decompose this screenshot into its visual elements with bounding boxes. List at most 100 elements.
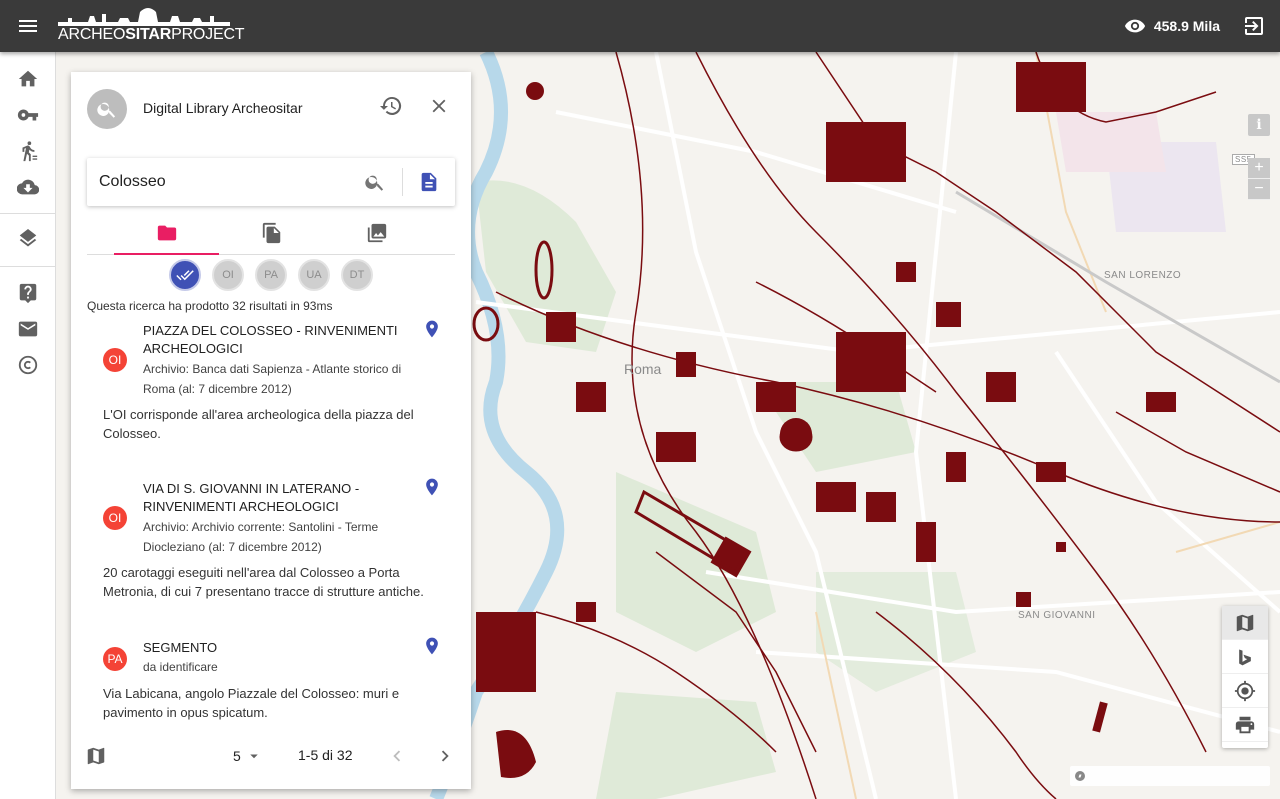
app-logo[interactable]: ARCHEOSITARPROJECT <box>58 4 245 44</box>
left-rail <box>0 52 56 799</box>
result-title[interactable]: VIA DI S. GIOVANNI IN LATERANO - RINVENI… <box>143 480 413 516</box>
app-header: ARCHEOSITARPROJECT 458.9 Mila <box>0 0 1280 52</box>
locate-button[interactable] <box>1222 674 1268 708</box>
zoom-out-button[interactable]: − <box>1248 179 1270 200</box>
bing-icon <box>1239 649 1251 665</box>
zoom-in-button[interactable]: + <box>1248 158 1270 179</box>
rail-walk-button[interactable] <box>0 133 56 169</box>
results-list: OI PIAZZA DEL COLOSSEO - RINVENIMENTI AR… <box>71 317 471 735</box>
location-pin-icon[interactable] <box>422 317 442 341</box>
rail-key-button[interactable] <box>0 97 56 133</box>
result-description: L'OI corrisponde all'area archeologica d… <box>103 407 414 441</box>
map-tools <box>1222 606 1268 748</box>
advanced-search-button[interactable] <box>417 170 441 194</box>
eye-icon <box>1124 19 1145 33</box>
result-subtitle: Archivio: Banca dati Sapienza - Atlante … <box>143 362 402 396</box>
map-icon <box>1236 614 1254 631</box>
search-submit-button[interactable] <box>363 170 387 194</box>
chevron-right-icon <box>441 750 449 762</box>
result-item[interactable]: PA SEGMENTO da identificare Via Labicana… <box>71 633 471 735</box>
rail-download-button[interactable] <box>0 169 56 205</box>
history-button[interactable] <box>377 92 405 120</box>
search-icon <box>97 102 116 118</box>
tab-documents[interactable] <box>219 212 324 254</box>
home-icon <box>18 70 38 87</box>
search-icon <box>365 175 384 191</box>
rail-copyright-button[interactable] <box>0 347 56 383</box>
mail-icon <box>18 321 38 337</box>
result-type-badge: OI <box>103 506 127 530</box>
rail-layers-button[interactable] <box>0 222 56 258</box>
result-item[interactable]: OI VIA DI S. GIOVANNI IN LATERANO - RINV… <box>71 475 471 625</box>
type-filters: OI PA UA DT <box>169 259 373 291</box>
result-item[interactable]: OI PIAZZA DEL COLOSSEO - RINVENIMENTI AR… <box>71 317 471 467</box>
zoom-control: + − <box>1248 158 1270 200</box>
close-panel-button[interactable] <box>425 92 453 120</box>
basemap-button[interactable] <box>1222 606 1268 640</box>
result-title[interactable]: SEGMENTO <box>143 639 413 657</box>
map-city-label: Roma <box>624 361 662 377</box>
map-district-label: SAN GIOVANNI <box>1018 610 1096 621</box>
result-type-badge: OI <box>103 348 127 372</box>
page-size-select[interactable]: 5 <box>233 747 263 765</box>
panel-title: Digital Library Archeositar <box>143 100 303 116</box>
map-icon <box>87 747 105 765</box>
panel-avatar <box>87 89 127 129</box>
result-description: 20 carotaggi eseguiti nell'area dal Colo… <box>103 565 424 599</box>
result-subtitle: Archivio: Archivio corrente: Santolini -… <box>143 520 379 554</box>
search-panel: Digital Library Archeositar O <box>71 72 471 789</box>
show-on-map-button[interactable] <box>85 745 107 772</box>
result-tabs <box>87 212 455 255</box>
map-attribution[interactable] <box>1070 766 1270 786</box>
logout-button[interactable] <box>1238 10 1270 42</box>
filter-pa-chip[interactable]: PA <box>255 259 287 291</box>
search-box <box>87 158 455 206</box>
layers-icon <box>19 229 37 247</box>
bing-button[interactable] <box>1222 640 1268 674</box>
tab-folders[interactable] <box>114 212 219 255</box>
pagination: 5 1-5 di 32 <box>71 740 471 772</box>
search-input[interactable] <box>99 170 349 194</box>
result-title[interactable]: PIAZZA DEL COLOSSEO - RINVENIMENTI ARCHE… <box>143 322 413 358</box>
copyright-icon <box>18 355 38 375</box>
filter-oi-chip[interactable]: OI <box>212 259 244 291</box>
menu-icon <box>19 20 37 32</box>
map-info-button[interactable]: i <box>1248 114 1270 136</box>
filter-all-chip[interactable] <box>169 259 201 291</box>
logo-wordmark: ARCHEOSITARPROJECT <box>58 26 245 43</box>
arrow-drop-down-icon <box>250 754 258 759</box>
help-icon <box>19 283 37 304</box>
panel-header: Digital Library Archeositar <box>71 72 471 144</box>
page-range: 1-5 di 32 <box>298 747 353 763</box>
compass-icon <box>1075 771 1085 781</box>
tab-images[interactable] <box>324 212 429 254</box>
rail-home-button[interactable] <box>0 61 56 97</box>
result-count: Questa ricerca ha prodotto 32 risultati … <box>87 299 333 313</box>
filter-dt-chip[interactable]: DT <box>341 259 373 291</box>
map-district-label: SAN LORENZO <box>1104 270 1182 281</box>
result-description: Via Labicana, angolo Piazzale del Coloss… <box>103 686 400 720</box>
images-icon <box>367 223 386 243</box>
views-count: 458.9 Mila <box>1153 18 1220 34</box>
history-icon <box>380 96 402 115</box>
rome-skyline-icon <box>58 8 230 26</box>
walk-icon <box>22 141 38 162</box>
key-icon <box>17 109 39 121</box>
location-pin-icon[interactable] <box>422 475 442 499</box>
close-icon <box>432 99 446 113</box>
rail-help-button[interactable] <box>0 275 56 311</box>
result-subtitle: da identificare <box>143 660 218 674</box>
menu-button[interactable] <box>0 0 56 52</box>
page-size-value: 5 <box>233 748 241 764</box>
rail-divider <box>0 266 55 267</box>
previous-page-button[interactable] <box>385 744 409 768</box>
filter-ua-chip[interactable]: UA <box>298 259 330 291</box>
exit-icon <box>1245 17 1263 35</box>
location-pin-icon[interactable] <box>422 634 442 658</box>
result-type-badge: PA <box>103 647 127 671</box>
print-button[interactable] <box>1222 708 1268 742</box>
next-page-button[interactable] <box>433 744 457 768</box>
rail-mail-button[interactable] <box>0 311 56 347</box>
print-icon <box>1235 716 1255 733</box>
locate-icon <box>1234 680 1256 701</box>
